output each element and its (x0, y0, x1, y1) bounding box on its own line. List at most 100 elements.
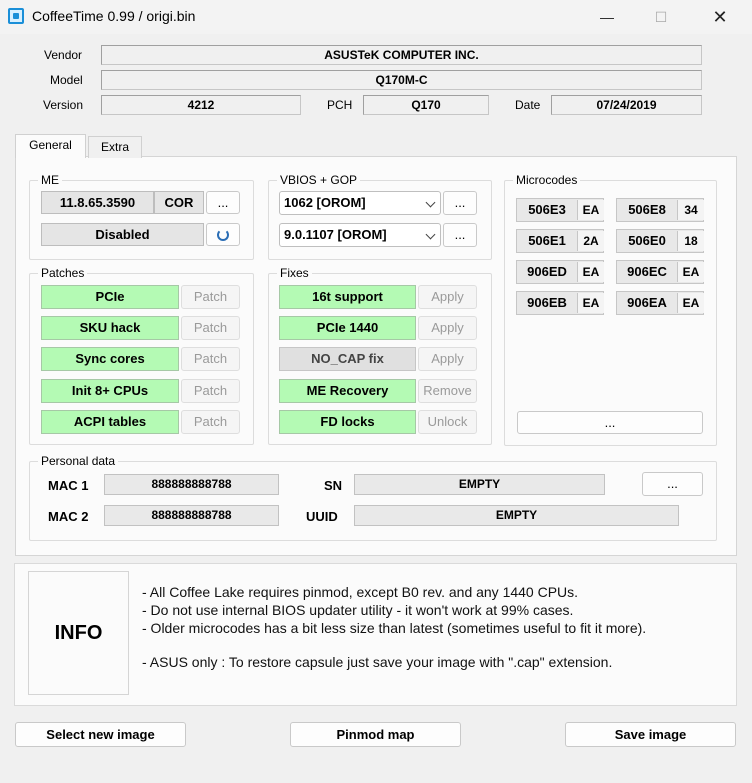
vendor-label: Vendor (44, 48, 83, 62)
info-line: - ASUS only : To restore capsule just sa… (142, 654, 613, 670)
gop-select-value: 9.0.1107 [OROM] (284, 227, 387, 242)
fixes-group-title: Fixes (277, 266, 312, 280)
microcode-rev: 2A (577, 231, 604, 251)
microcode-cell: 506E0 18 (616, 229, 704, 253)
me-type: COR (154, 191, 204, 214)
me-more-button[interactable]: ... (206, 191, 240, 214)
info-line: - Do not use internal BIOS updater utili… (142, 602, 574, 618)
window-title: CoffeeTime 0.99 / origi.bin (32, 8, 196, 24)
microcode-id: 506E3 (528, 202, 566, 217)
microcodes-group-title: Microcodes (513, 173, 581, 187)
info-line: - All Coffee Lake requires pinmod, excep… (142, 584, 579, 600)
mac1-label: MAC 1 (48, 478, 89, 493)
patch-pcie-button[interactable]: Patch (181, 285, 240, 309)
minimize-button[interactable]: — (584, 0, 630, 34)
refresh-icon (217, 229, 229, 241)
vbios-group-title: VBIOS + GOP (277, 173, 361, 187)
fix-status-fd-locks: FD locks (279, 410, 416, 434)
fix-status-pcie-1440: PCIe 1440 (279, 316, 416, 340)
microcode-rev: EA (677, 293, 704, 313)
save-image-button[interactable]: Save image (565, 722, 736, 747)
gop-select[interactable]: 9.0.1107 [OROM] (279, 223, 441, 247)
microcode-rev: EA (577, 262, 604, 282)
microcode-rev: EA (577, 200, 604, 220)
me-refresh-button[interactable] (206, 223, 240, 246)
fix-pcie-1440-button[interactable]: Apply (418, 316, 477, 340)
personal-data-group: Personal data (29, 454, 717, 541)
uuid-field: EMPTY (354, 505, 679, 526)
microcodes-more-button[interactable]: ... (517, 411, 703, 434)
info-heading: INFO (28, 571, 129, 695)
microcode-rev: EA (577, 293, 604, 313)
date-label: Date (515, 98, 541, 112)
microcode-cell: 906EC EA (616, 260, 704, 284)
version-field: 4212 (101, 95, 301, 115)
microcode-cell: 906ED EA (516, 260, 604, 284)
microcode-cell: 906EB EA (516, 291, 604, 315)
title-bar: CoffeeTime 0.99 / origi.bin — ☐ ✕ (0, 0, 752, 34)
maximize-button[interactable]: ☐ (638, 0, 684, 34)
mac1-field: 888888888788 (104, 474, 279, 495)
me-status: Disabled (41, 223, 204, 246)
patch-status-sku-hack: SKU hack (41, 316, 179, 340)
uuid-label: UUID (306, 509, 338, 524)
sn-field: EMPTY (354, 474, 605, 495)
fix-fd-locks-button[interactable]: Unlock (418, 410, 477, 434)
microcode-cell: 506E8 34 (616, 198, 704, 222)
app-icon (8, 8, 24, 24)
gop-more-button[interactable]: ... (443, 223, 477, 247)
patch-acpi-tables-button[interactable]: Patch (181, 410, 240, 434)
patch-init-cpus-button[interactable]: Patch (181, 379, 240, 403)
close-button[interactable]: ✕ (697, 0, 743, 34)
microcode-id: 906EC (627, 264, 667, 279)
patches-group-title: Patches (38, 266, 88, 280)
patch-status-pcie: PCIe (41, 285, 179, 309)
version-label: Version (43, 98, 84, 112)
vbios-select[interactable]: 1062 [OROM] (279, 191, 441, 215)
fix-me-recovery-button[interactable]: Remove (418, 379, 477, 403)
sn-label: SN (324, 478, 343, 493)
fix-status-16t-support: 16t support (279, 285, 416, 309)
patch-status-sync-cores: Sync cores (41, 347, 179, 371)
microcode-cell: 506E1 2A (516, 229, 604, 253)
microcode-rev: EA (677, 262, 704, 282)
model-label: Model (50, 73, 83, 87)
vbios-more-button[interactable]: ... (443, 191, 477, 215)
me-version: 11.8.65.3590 (41, 191, 154, 214)
microcode-id: 906EA (627, 295, 667, 310)
mac2-label: MAC 2 (48, 509, 89, 524)
me-group-title: ME (38, 173, 62, 187)
microcode-id: 506E1 (528, 233, 566, 248)
fix-16t-support-button[interactable]: Apply (418, 285, 477, 309)
microcode-rev: 34 (677, 200, 704, 220)
chevron-down-icon (425, 197, 436, 208)
fix-status-me-recovery: ME Recovery (279, 379, 416, 403)
pch-field: Q170 (363, 95, 489, 115)
fix-status-no-cap: NO_CAP fix (279, 347, 416, 371)
tab-general[interactable]: General (15, 134, 86, 158)
chevron-down-icon (425, 229, 436, 240)
personal-more-button[interactable]: ... (642, 472, 703, 496)
select-image-button[interactable]: Select new image (15, 722, 186, 747)
patch-status-acpi-tables: ACPI tables (41, 410, 179, 434)
pch-label: PCH (327, 98, 353, 112)
tab-extra[interactable]: Extra (88, 136, 142, 158)
pinmod-map-button[interactable]: Pinmod map (290, 722, 461, 747)
microcode-cell: 506E3 EA (516, 198, 604, 222)
microcode-cell: 906EA EA (616, 291, 704, 315)
microcode-id: 506E0 (628, 233, 666, 248)
mac2-field: 888888888788 (104, 505, 279, 526)
fix-no-cap-button[interactable]: Apply (418, 347, 477, 371)
vendor-field: ASUSTeK COMPUTER INC. (101, 45, 702, 65)
date-field: 07/24/2019 (551, 95, 702, 115)
vbios-select-value: 1062 [OROM] (284, 195, 366, 210)
patch-status-init-cpus: Init 8+ CPUs (41, 379, 179, 403)
model-field: Q170M-C (101, 70, 702, 90)
patch-sku-hack-button[interactable]: Patch (181, 316, 240, 340)
microcode-rev: 18 (677, 231, 704, 251)
info-line: - Older microcodes has a bit less size t… (142, 620, 647, 636)
microcode-id: 506E8 (628, 202, 666, 217)
personal-data-title: Personal data (38, 454, 119, 468)
patch-sync-cores-button[interactable]: Patch (181, 347, 240, 371)
microcode-id: 906ED (527, 264, 567, 279)
